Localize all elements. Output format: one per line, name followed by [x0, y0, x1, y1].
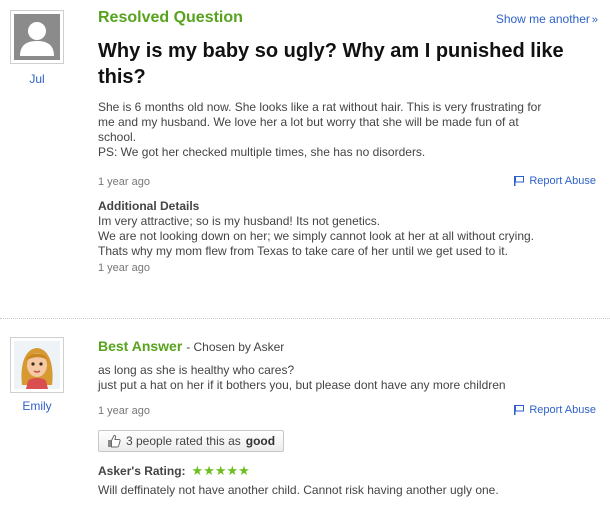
question-timestamp: 1 year ago: [98, 176, 150, 188]
resolved-question-label: Resolved Question: [98, 9, 243, 26]
avatar-girl-icon: [14, 341, 60, 389]
best-answer-label: Best Answer: [98, 338, 183, 354]
asker-avatar[interactable]: [10, 10, 64, 64]
additional-details-line: Thats why my mom flew from Texas to take…: [98, 244, 508, 258]
question-body-line: She is 6 months old now. She looks like …: [98, 100, 542, 114]
question-report-abuse-link[interactable]: Report Abuse: [513, 175, 596, 187]
additional-details-body: Im very attractive; so is my husband! It…: [98, 214, 603, 259]
answer-report-abuse-link[interactable]: Report Abuse: [513, 404, 596, 416]
additional-details-heading: Additional Details: [98, 199, 200, 213]
askers-rating-label: Asker's Rating:: [98, 464, 186, 478]
askers-rating: Asker's Rating: ★★★★★: [98, 463, 250, 479]
show-another-link[interactable]: Show me another»: [496, 12, 598, 26]
answerer-name[interactable]: Emily: [10, 399, 64, 413]
raquo-icon: »: [591, 14, 598, 26]
question-body-line: PS: We got her checked multiple times, s…: [98, 145, 426, 159]
additional-details-timestamp: 1 year ago: [98, 262, 150, 274]
section-divider: [0, 318, 610, 319]
additional-details-line: We are not looking down on her; we simpl…: [98, 229, 535, 243]
asker-name[interactable]: Jul: [10, 72, 64, 86]
thumbs-up-icon: [108, 434, 121, 448]
additional-details-line: Im very attractive; so is my husband! It…: [98, 214, 381, 228]
answer-body: as long as she is healthy who cares? jus…: [98, 363, 603, 393]
report-abuse-label: Report Abuse: [529, 404, 596, 416]
flag-icon: [514, 176, 525, 186]
show-another-label: Show me another: [495, 12, 590, 26]
default-user-icon: [20, 22, 54, 56]
question-body: She is 6 months old now. She looks like …: [98, 100, 603, 160]
answer-body-line: just put a hat on her if it bothers you,…: [98, 378, 506, 392]
star-rating-icon: ★★★★★: [191, 463, 250, 478]
report-abuse-label: Report Abuse: [529, 175, 596, 187]
chosen-by-label: - Chosen by Asker: [186, 340, 285, 354]
rated-good-button[interactable]: 3 people rated this as good: [98, 430, 285, 452]
question-title: Why is my baby so ugly? Why am I punishe…: [98, 40, 564, 88]
answer-timestamp: 1 year ago: [98, 405, 150, 417]
flag-icon: [514, 405, 525, 415]
rated-value: good: [245, 434, 276, 448]
question-body-line: me and my husband. We love her a lot but…: [98, 115, 519, 129]
best-answer-header: Best Answer - Chosen by Asker: [98, 338, 284, 354]
question-body-line: school.: [98, 130, 137, 144]
answer-body-line: as long as she is healthy who cares?: [98, 363, 295, 377]
answerer-avatar[interactable]: [10, 337, 64, 393]
askers-rating-comment: Will deffinately not have another child.…: [98, 483, 499, 497]
rated-prefix: 3 people rated this as: [126, 434, 241, 448]
